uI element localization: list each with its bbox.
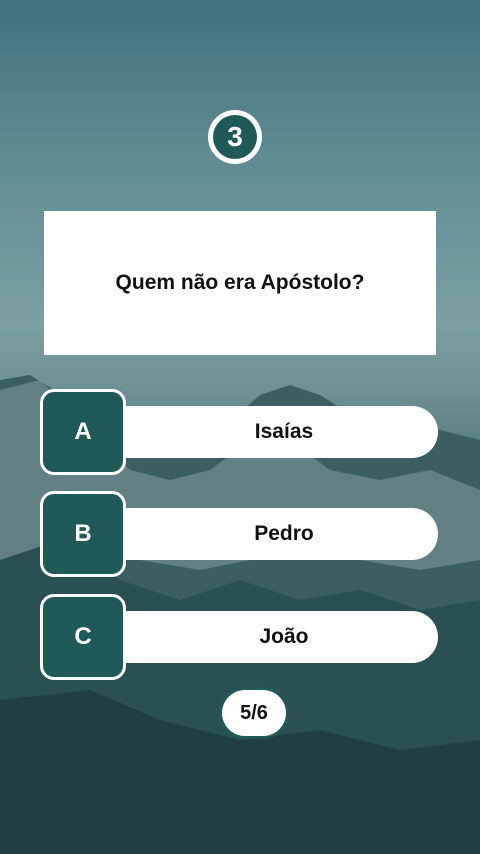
answer-letter-b[interactable]: B xyxy=(40,491,126,577)
answer-text: João xyxy=(259,625,309,648)
answer-text: Isaías xyxy=(254,420,314,443)
answer-letter-c[interactable]: C xyxy=(40,594,126,680)
answer-option-c[interactable]: João C xyxy=(40,594,440,680)
countdown-value: 3 xyxy=(213,115,257,159)
question-text: Quem não era Apóstolo? xyxy=(115,271,365,294)
answer-bar[interactable]: João xyxy=(100,611,438,663)
answer-bar[interactable]: Isaías xyxy=(100,406,438,458)
answer-text: Pedro xyxy=(254,522,314,545)
answer-letter-a[interactable]: A xyxy=(40,389,126,475)
countdown-timer: 3 xyxy=(208,110,262,164)
question-progress-badge: 5/6 xyxy=(222,690,286,736)
answer-option-b[interactable]: Pedro B xyxy=(40,491,440,577)
answer-option-a[interactable]: Isaías A xyxy=(40,389,440,475)
answer-bar[interactable]: Pedro xyxy=(100,508,438,560)
question-card: Quem não era Apóstolo? xyxy=(44,211,436,355)
